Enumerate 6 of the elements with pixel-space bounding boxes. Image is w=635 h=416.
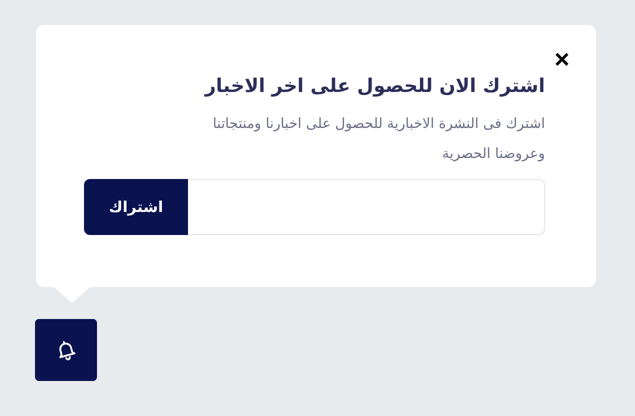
subscribe-button[interactable]: اشتراك — [84, 179, 188, 235]
email-input-field[interactable] — [188, 179, 545, 235]
popup-title: اشترك الان للحصول على اخر الاخبار — [203, 75, 545, 97]
notification-bell-button[interactable] — [35, 319, 97, 381]
popup-description: اشترك فى النشرة الاخبارية للحصول على اخبارنا ومنتجاتنا وعروضنا الحصرية — [212, 115, 545, 164]
close-button[interactable]: × — [552, 47, 572, 71]
